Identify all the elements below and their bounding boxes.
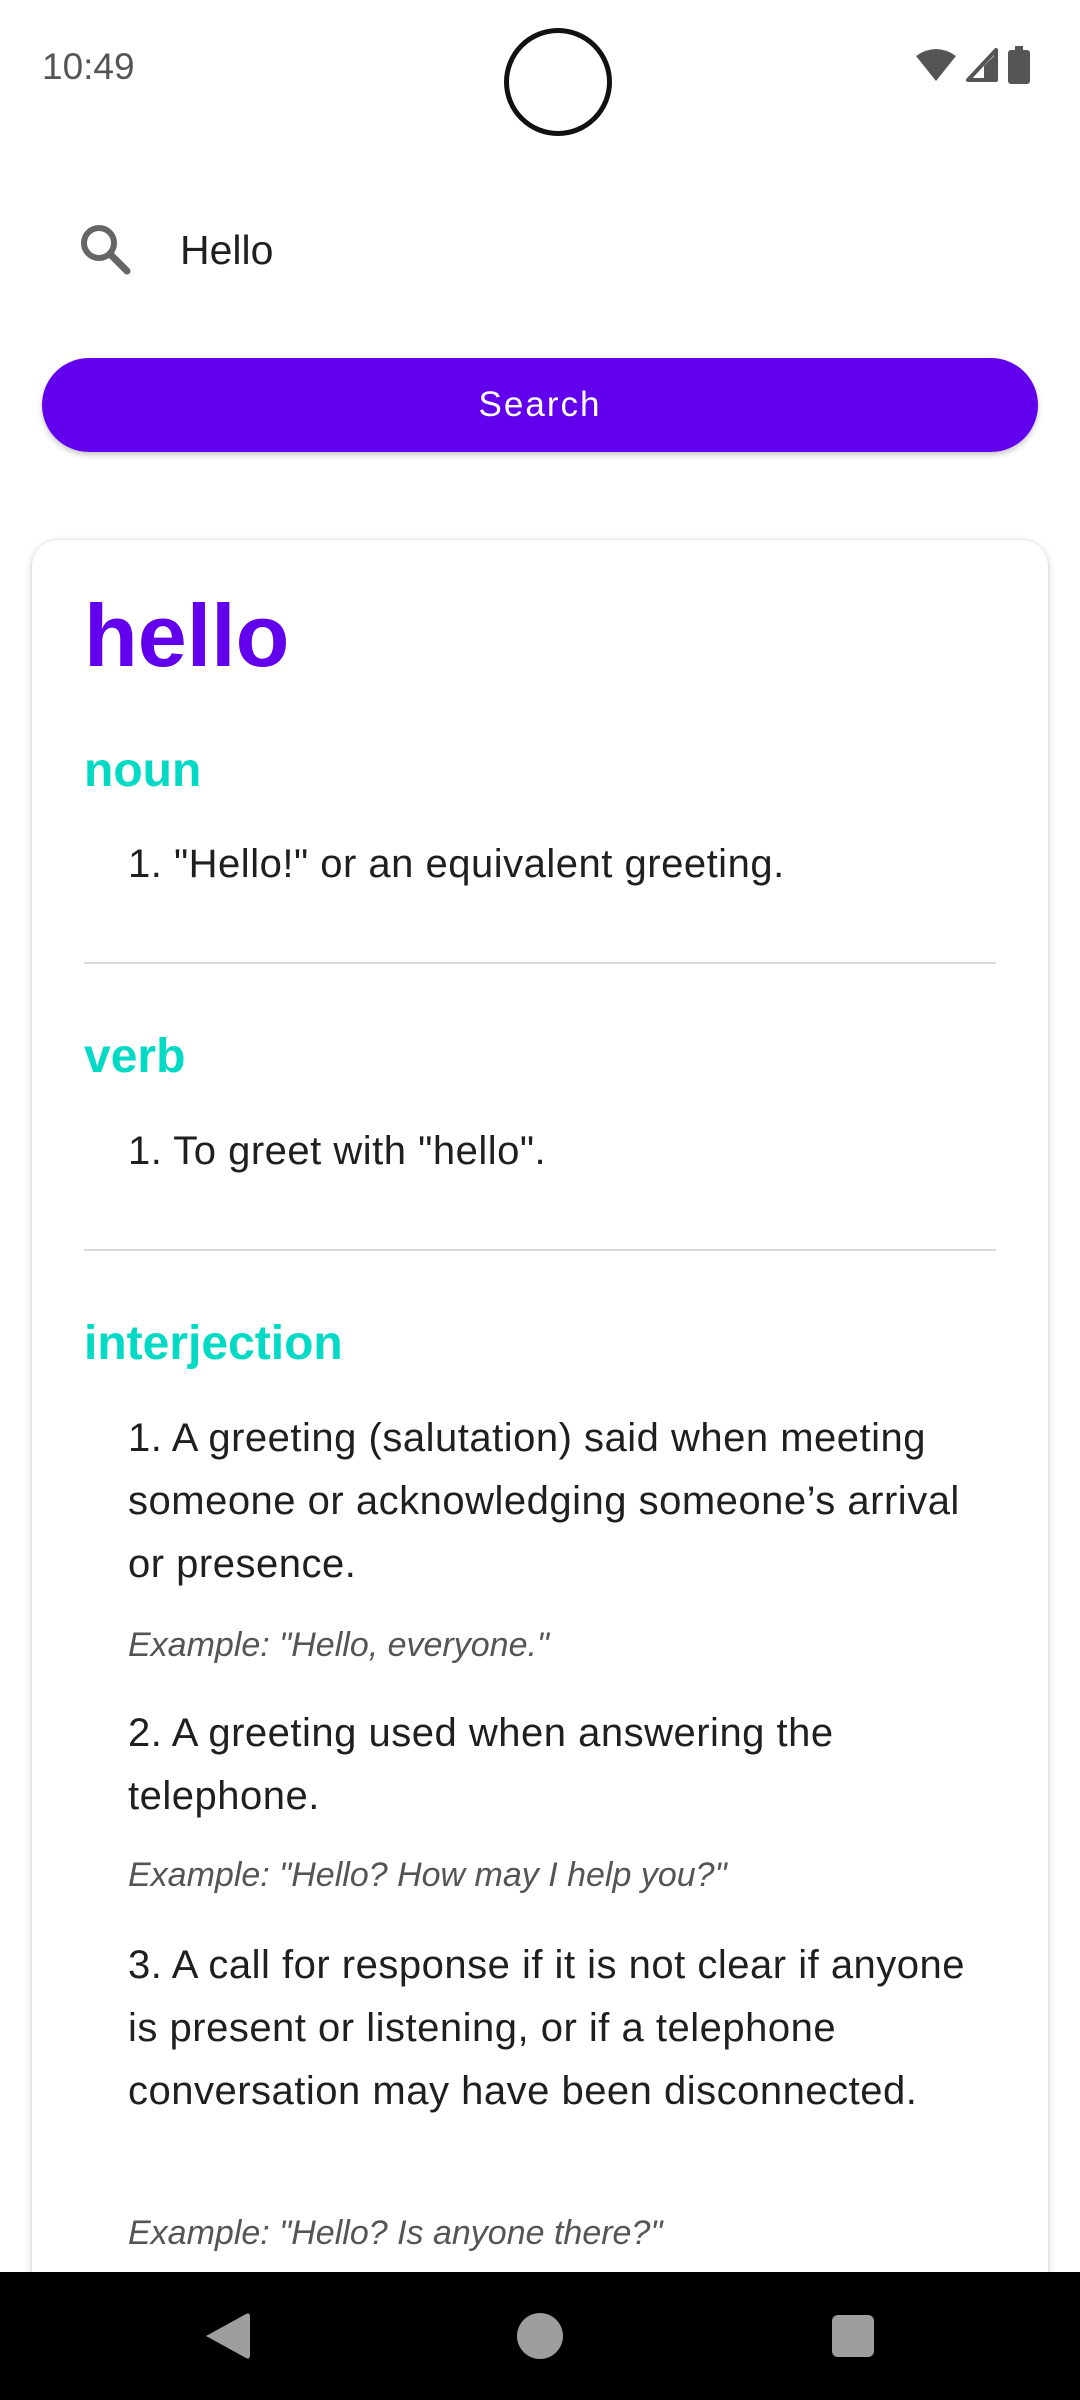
example-text: Example: "Hello, everyone." (128, 1626, 549, 1664)
part-of-speech-noun: noun (84, 744, 202, 797)
signal-icon (966, 48, 998, 82)
definition-item: 1. "Hello!" or an equivalent greeting. (128, 842, 785, 886)
search-icon (78, 222, 132, 281)
definition-item: 1. A greeting (salutation) said when mee… (128, 1416, 960, 1586)
definition-card: hello noun 1. "Hello!" or an equivalent … (32, 540, 1048, 2400)
camera-cutout (504, 28, 612, 136)
divider (84, 962, 996, 964)
recents-icon[interactable] (830, 2310, 876, 2362)
home-icon[interactable] (516, 2310, 564, 2362)
part-of-speech-verb: verb (84, 1030, 186, 1083)
definition-item: 2. A greeting used when answering the te… (128, 1711, 834, 1818)
status-bar: 10:49 (0, 0, 1080, 136)
status-time: 10:49 (42, 46, 135, 87)
example-text: Example: "Hello? How may I help you?" (128, 1856, 727, 1894)
search-bar (0, 200, 1080, 300)
word-title: hello (84, 586, 290, 685)
search-input[interactable] (180, 220, 1000, 280)
status-icons (916, 46, 1030, 84)
search-button[interactable]: Search (42, 358, 1038, 452)
example-text: Example: "Hello? Is anyone there?" (128, 2214, 663, 2252)
wifi-icon (916, 49, 956, 81)
back-icon[interactable] (202, 2310, 252, 2362)
divider (84, 1249, 996, 1251)
definition-item: 3. A call for response if it is not clea… (128, 1943, 966, 2113)
app-screen: 10:49 Search hello (0, 0, 1080, 2400)
definition-item: 1. To greet with "hello". (128, 1129, 547, 1173)
navigation-bar (0, 2272, 1080, 2400)
battery-icon (1008, 46, 1030, 84)
part-of-speech-interjection: interjection (84, 1317, 343, 1370)
